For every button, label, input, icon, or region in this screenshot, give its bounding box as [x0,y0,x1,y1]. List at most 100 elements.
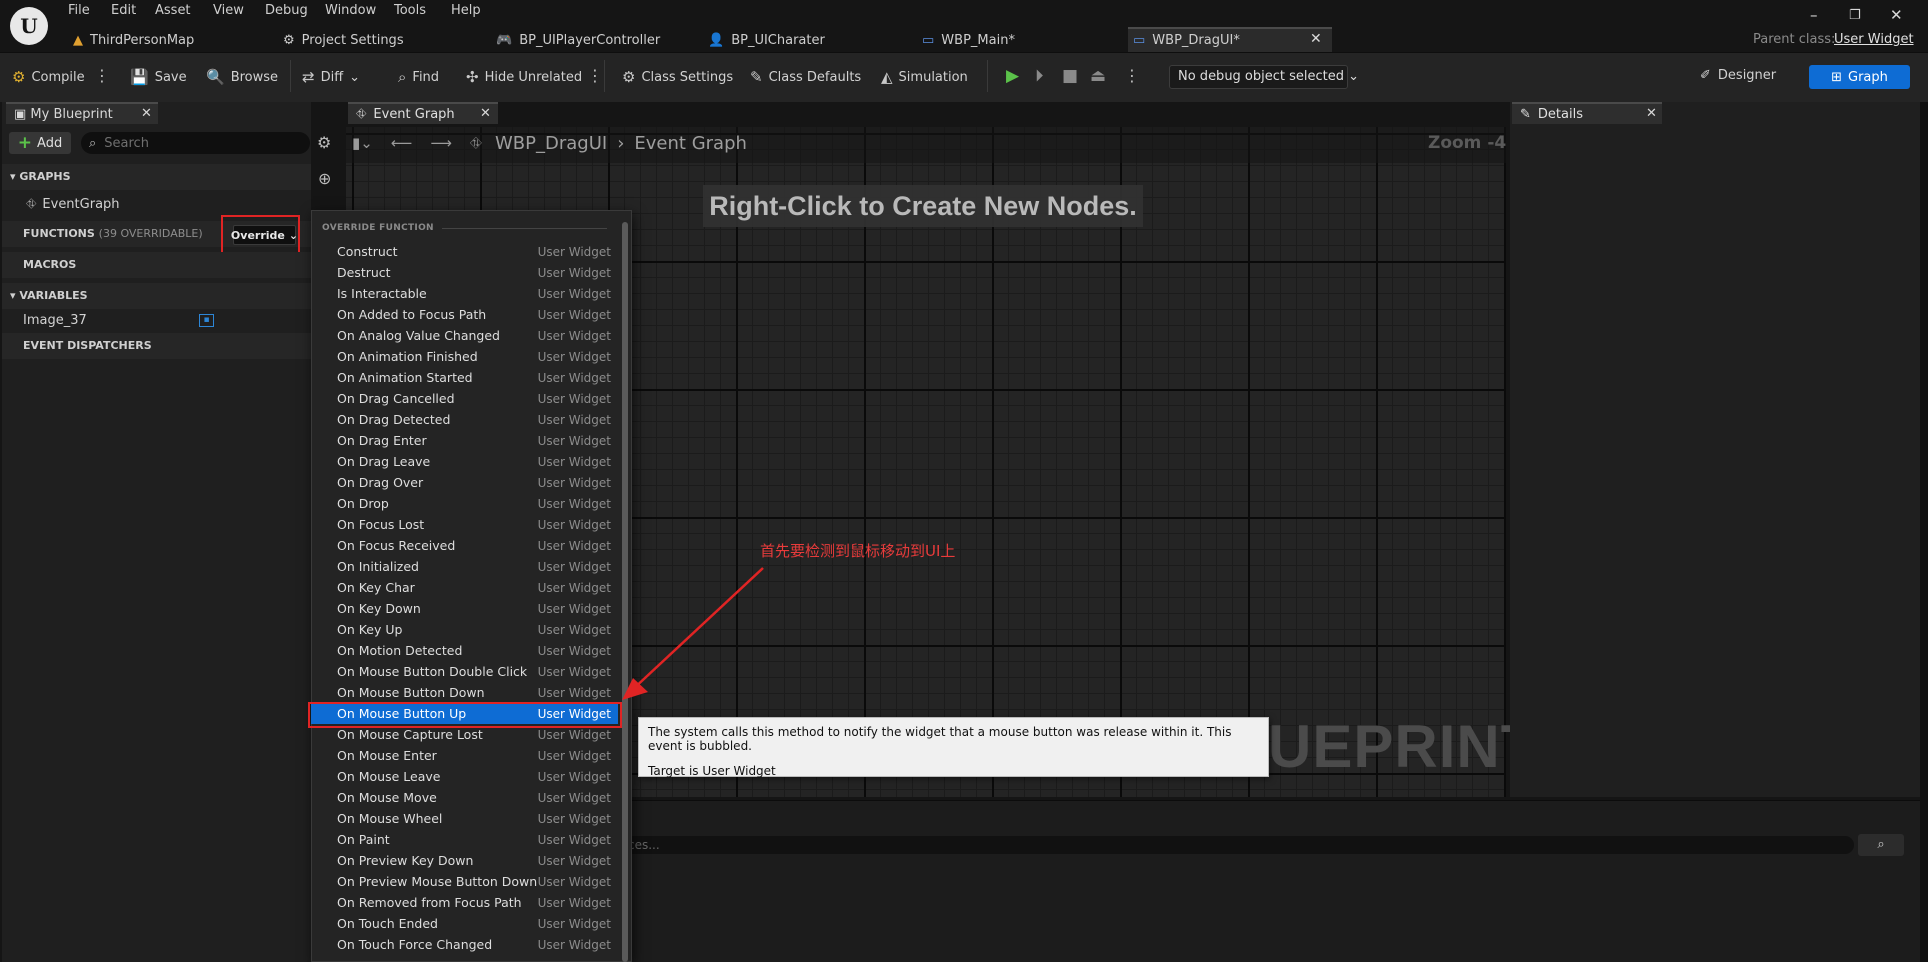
menu-item[interactable]: On Mouse Button Double Click User Widget [311,661,618,682]
menu-item[interactable]: On Mouse Button Down User Widget [311,682,618,703]
menu-item[interactable]: On Initialized User Widget [311,556,618,577]
menu-item[interactable]: On Drag Cancelled User Widget [311,388,618,409]
menu-item[interactable]: Is Interactable User Widget [311,283,618,304]
menu-item[interactable]: On Drop User Widget [311,493,618,514]
stop-icon[interactable]: ■ [1062,66,1078,86]
menu-item[interactable]: On Drag Enter User Widget [311,430,618,451]
menu-heading: OVERRIDE FUNCTION [322,223,607,233]
find-results-input[interactable]: ces... [620,836,1854,854]
menu-item[interactable]: On Removed from Focus Path User Widget [311,892,618,913]
menu-item[interactable]: On Focus Received User Widget [311,535,618,556]
menu-item[interactable]: On Mouse Wheel User Widget [311,808,618,829]
menu-item[interactable]: On Preview Mouse Button Down User Widget [311,871,618,892]
menu-item[interactable]: On Touch Ended User Widget [311,913,618,934]
section-variables[interactable]: ▾ VARIABLES [2,283,311,309]
diff-button[interactable]: ⇄ Diff ⌄ [302,68,360,86]
hide-unrelated-options-icon[interactable]: ⋮ [587,66,603,85]
menu-item[interactable]: On Animation Finished User Widget [311,346,618,367]
menu-item[interactable]: On Drag Over User Widget [311,472,618,493]
simulation-button[interactable]: ◭ Simulation [881,68,968,86]
close-window-icon[interactable]: ✕ [1890,6,1903,24]
hide-unrelated-button[interactable]: ✣ Hide Unrelated [466,68,582,86]
menu-item[interactable]: On Key Char User Widget [311,577,618,598]
search-input[interactable]: ⌕ Search [81,132,310,154]
play-icon[interactable]: ▶ [1006,66,1019,86]
menu-item-owner: User Widget [537,517,611,532]
tab-thirdpersonmap[interactable]: ▲ ThirdPersonMap [73,29,194,52]
menu-file[interactable]: File [68,3,90,18]
section-graphs[interactable]: ▾ GRAPHS [2,164,311,190]
close-tab-icon[interactable]: ✕ [141,106,152,121]
menu-item[interactable]: On Added to Focus Path User Widget [311,304,618,325]
menu-item[interactable]: On Touch Force Changed User Widget [311,934,618,955]
menu-edit[interactable]: Edit [111,3,136,18]
class-settings-button[interactable]: ⚙ Class Settings [622,68,733,86]
menu-item[interactable]: Destruct User Widget [311,262,618,283]
menu-window[interactable]: Window [325,3,376,18]
graph-mode-button[interactable]: ⊞ Graph [1809,65,1910,89]
menu-item[interactable]: On Mouse Enter User Widget [311,745,618,766]
section-macros[interactable]: MACROS [2,252,311,278]
menu-help[interactable]: Help [451,3,481,18]
search-icon: ⌕ [89,135,97,151]
tab-my-blueprint[interactable]: ▣ My Blueprint [6,102,158,124]
add-button[interactable]: + Add [9,132,71,154]
section-event-dispatchers[interactable]: EVENT DISPATCHERS [2,333,311,359]
gear-icon[interactable]: ⚙ [317,133,331,152]
list-item-image-37[interactable]: Image_37 [2,309,311,331]
save-button[interactable]: 💾 Save [130,68,187,86]
menu-item[interactable]: On Key Down User Widget [311,598,618,619]
close-tab-icon[interactable]: ✕ [480,106,491,121]
menu-item[interactable]: On Drag Detected User Widget [311,409,618,430]
minimize-icon[interactable]: – [1810,6,1818,24]
menu-item[interactable]: On Animation Started User Widget [311,367,618,388]
browse-button[interactable]: 🔍 Browse [206,68,278,86]
event-graph-icon: ⛗ [356,107,367,122]
menu-view[interactable]: View [213,3,244,18]
restore-icon[interactable]: ❐ [1849,8,1861,23]
add-circle-icon[interactable]: ⊕ [318,169,331,188]
menu-item[interactable]: On Focus Lost User Widget [311,514,618,535]
debug-object-select[interactable]: No debug object selected ⌄ [1169,65,1359,89]
tab-bp-uicharater[interactable]: 👤 BP_UICharater [708,29,825,52]
compile-options-icon[interactable]: ⋮ [94,66,110,85]
find-button[interactable]: ⌕ Find [398,68,439,86]
tab-wbp-dragui[interactable]: ▭ WBP_DragUI* [1128,27,1332,52]
menu-item-name: On Drag Over [337,475,424,490]
parent-class-link[interactable]: User Widget [1834,32,1914,47]
unreal-logo-icon[interactable]: U [10,7,48,45]
binoculars-icon[interactable]: ⌕ [1858,834,1904,856]
tab-wbp-main[interactable]: ▭ WBP_Main* [922,29,1015,52]
back-arrow-icon[interactable]: ⟵ [391,134,413,152]
play-options-icon[interactable]: ⋮ [1124,66,1140,85]
close-tab-icon[interactable]: ✕ [1646,106,1657,121]
menu-debug[interactable]: Debug [265,3,308,18]
menu-item[interactable]: On Analog Value Changed User Widget [311,325,618,346]
menu-asset[interactable]: Asset [155,3,191,18]
eject-icon[interactable]: ⏏ [1090,66,1106,86]
forward-arrow-icon[interactable]: ⟶ [430,134,452,152]
menu-item[interactable]: On Preview Key Down User Widget [311,850,618,871]
compile-button[interactable]: ⚙ Compile [12,68,85,86]
menu-item[interactable]: On Key Up User Widget [311,619,618,640]
menu-item[interactable]: On Mouse Leave User Widget [311,766,618,787]
list-item-eventgraph[interactable]: ⛗ EventGraph [2,193,311,215]
step-icon[interactable]: ⏵ [1035,66,1044,86]
close-tab-icon[interactable]: ✕ [1310,31,1322,47]
breadcrumb-root[interactable]: WBP_DragUI [495,133,607,154]
designer-mode-button[interactable]: ✐ Designer [1700,68,1776,83]
menu-item[interactable]: On Mouse Move User Widget [311,787,618,808]
tab-event-graph[interactable]: ⛗ Event Graph [348,102,498,124]
class-defaults-button[interactable]: ✎ Class Defaults [750,68,861,86]
tab-details[interactable]: ✎ Details [1512,102,1662,124]
menu-item-name: On Key Up [337,622,403,637]
menu-item[interactable]: Construct User Widget [311,241,618,262]
bookmark-icon[interactable]: ▮⌄ [352,134,373,152]
menu-tools[interactable]: Tools [394,3,426,18]
menu-item-name: On Touch Ended [337,916,438,931]
menu-item[interactable]: On Motion Detected User Widget [311,640,618,661]
tab-project-settings[interactable]: ⚙ Project Settings [283,29,404,52]
menu-item[interactable]: On Drag Leave User Widget [311,451,618,472]
tab-bp-uiplayercontroller[interactable]: 🎮 BP_UIPlayerController [496,29,660,52]
menu-item[interactable]: On Paint User Widget [311,829,618,850]
